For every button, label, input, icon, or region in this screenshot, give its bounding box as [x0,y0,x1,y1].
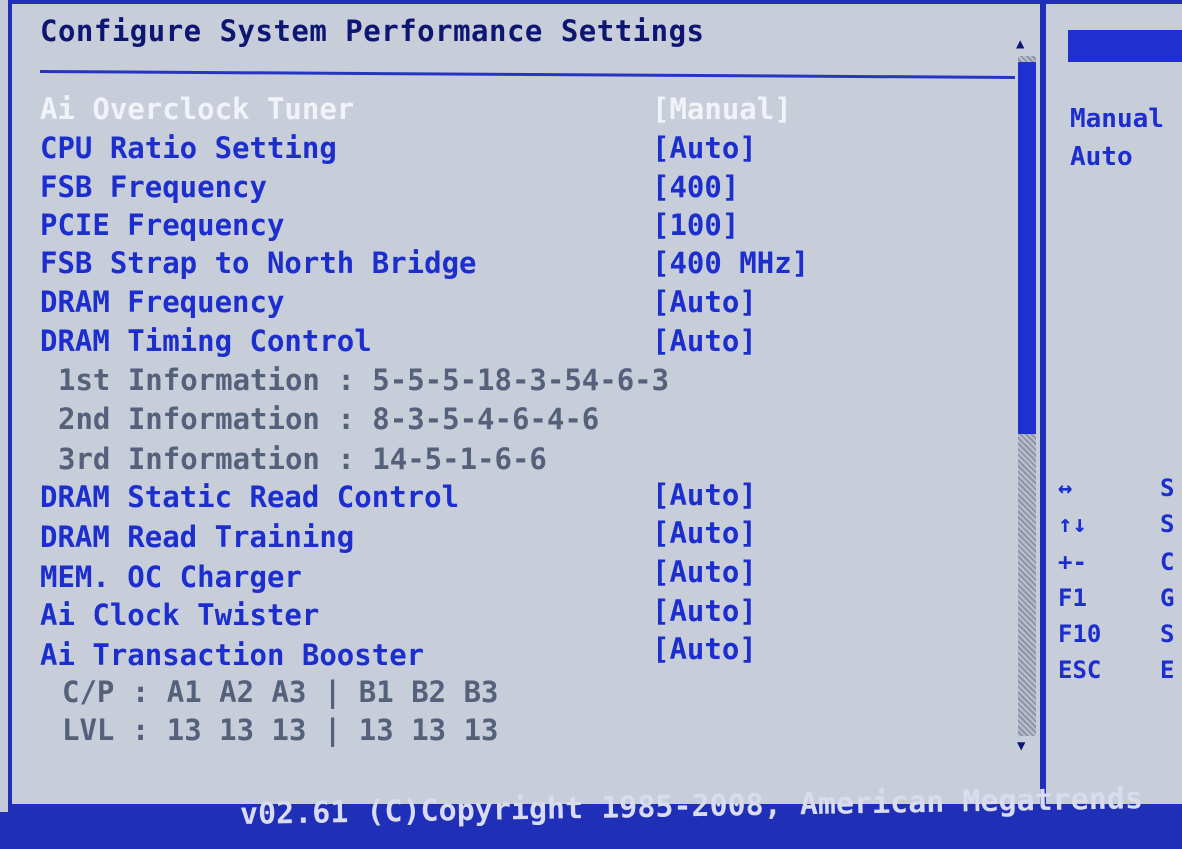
setting-cpu-ratio[interactable]: CPU Ratio Setting [40,131,337,165]
key-left-right-icon: ↔ [1058,474,1073,502]
value-dram-frequency[interactable]: [Auto] [652,285,757,319]
key-f10-desc: S [1160,620,1175,648]
setting-dram-read-training[interactable]: DRAM Read Training [40,520,354,554]
setting-fsb-frequency[interactable]: FSB Frequency [40,170,267,204]
key-plus-minus-desc: C [1160,548,1175,576]
key-up-down-icon: ↑↓ [1058,510,1087,538]
option-auto[interactable]: Auto [1070,142,1133,172]
value-dram-static-read[interactable]: [Auto] [652,478,757,512]
value-mem-oc-charger[interactable]: [Auto] [652,555,757,589]
value-ai-transaction-booster[interactable]: [Auto] [652,632,757,666]
info-lvl: LVL : 13 13 13 | 13 13 13 [62,713,499,747]
value-cpu-ratio[interactable]: [Auto] [652,131,757,165]
scrollbar-thumb[interactable] [1018,62,1036,434]
setting-ai-overclock-tuner[interactable]: Ai Overclock Tuner [40,92,354,126]
info-first: 1st Information : 5-5-5-18-3-54-6-3 [58,363,670,397]
page-title: Configure System Performance Settings [40,14,705,48]
info-second: 2nd Information : 8-3-5-4-6-4-6 [58,402,600,436]
option-manual[interactable]: Manual [1070,104,1164,134]
key-esc-desc: E [1160,656,1175,684]
info-third: 3rd Information : 14-5-1-6-6 [58,442,547,476]
key-esc: ESC [1058,656,1102,684]
help-header-bar [1068,30,1182,62]
info-cp: C/P : A1 A2 A3 | B1 B2 B3 [62,675,499,709]
setting-fsb-strap[interactable]: FSB Strap to North Bridge [40,246,477,280]
value-ai-overclock-tuner[interactable]: [Manual] [652,92,792,126]
scroll-down-icon[interactable]: ▼ [1017,738,1025,754]
setting-mem-oc-charger[interactable]: MEM. OC Charger [40,560,302,594]
value-dram-read-training[interactable]: [Auto] [652,516,757,550]
value-pcie-frequency[interactable]: [100] [652,208,739,242]
setting-ai-clock-twister[interactable]: Ai Clock Twister [40,598,319,632]
scroll-up-icon[interactable]: ▲ [1016,36,1024,52]
value-fsb-strap[interactable]: [400 MHz] [652,246,809,280]
setting-dram-timing[interactable]: DRAM Timing Control [40,324,372,358]
value-ai-clock-twister[interactable]: [Auto] [652,594,757,628]
value-dram-timing[interactable]: [Auto] [652,324,757,358]
key-up-down-desc: S [1160,510,1175,538]
setting-ai-transaction-booster[interactable]: Ai Transaction Booster [40,638,424,672]
key-f1-desc: G [1160,584,1175,612]
key-f10: F10 [1058,620,1102,648]
setting-pcie-frequency[interactable]: PCIE Frequency [40,208,284,242]
setting-dram-static-read[interactable]: DRAM Static Read Control [40,480,459,514]
key-f1: F1 [1058,584,1087,612]
setting-dram-frequency[interactable]: DRAM Frequency [40,285,284,319]
key-plus-minus: +- [1058,548,1087,576]
value-fsb-frequency[interactable]: [400] [652,170,739,204]
key-left-right-desc: S [1160,474,1175,502]
